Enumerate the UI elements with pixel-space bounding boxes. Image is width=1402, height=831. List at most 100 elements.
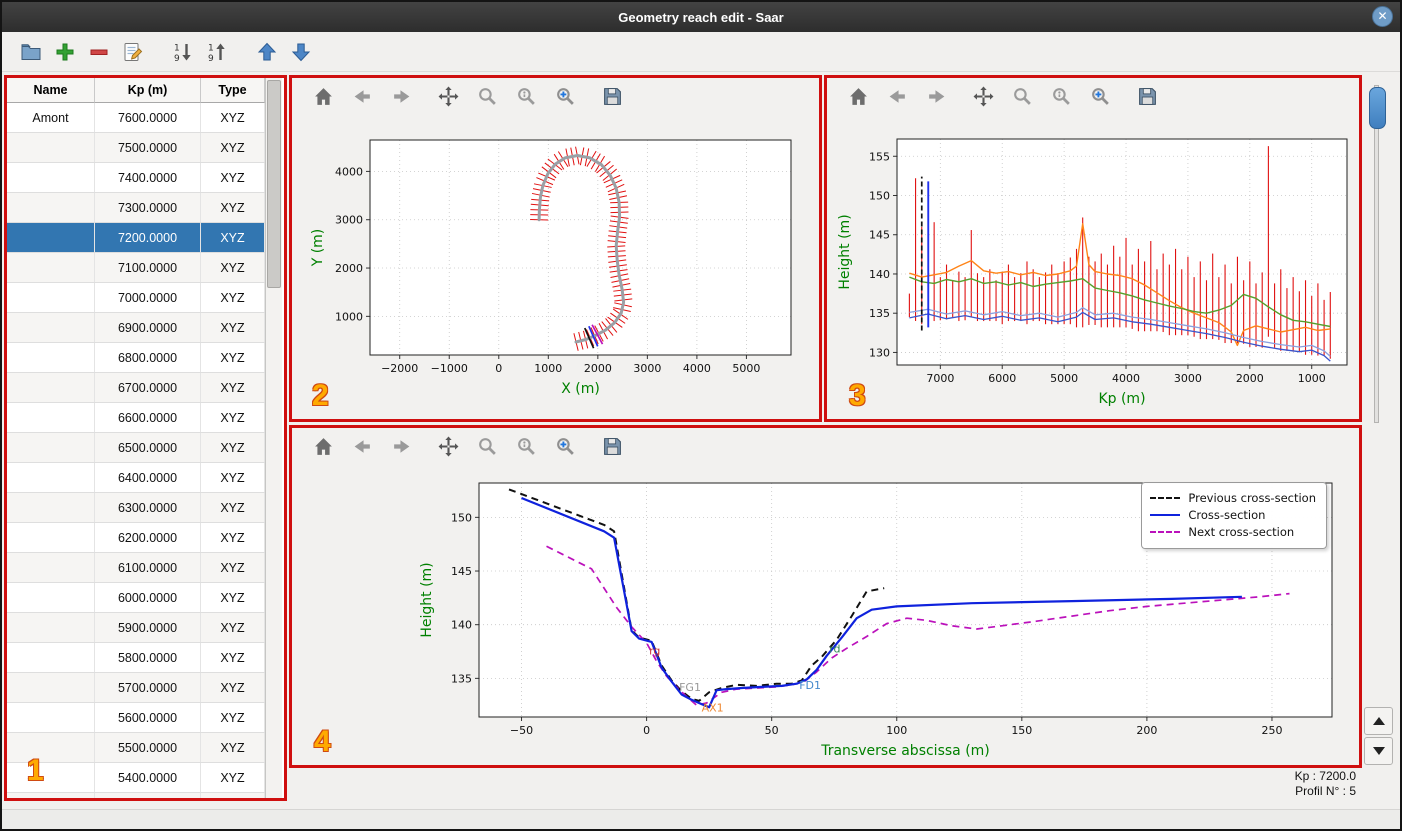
save-button[interactable] — [597, 82, 627, 110]
status-profil: Profil N° : 5 — [1295, 784, 1356, 798]
longitudinal-profile-panel: 7000 6000 5000 4000 3000 2000 1000 130 135 140 145… — [824, 75, 1362, 422]
previous-profile-button[interactable] — [1364, 707, 1393, 735]
table-row[interactable]: Amont 7600.0000 XYZ — [7, 103, 265, 133]
table-row[interactable]: 7000.0000 XYZ — [7, 283, 265, 313]
inspect-button[interactable] — [1046, 82, 1076, 110]
back-button[interactable] — [882, 82, 912, 110]
save-button[interactable] — [1132, 82, 1162, 110]
table-cell: XYZ — [201, 133, 265, 162]
table-cell: 5700.0000 — [95, 673, 201, 702]
table-row[interactable]: 6200.0000 XYZ — [7, 523, 265, 553]
sort-ascending-button[interactable]: 19 — [168, 38, 198, 66]
forward-icon — [393, 89, 409, 103]
svg-text:5000: 5000 — [1050, 372, 1078, 385]
svg-text:150: 150 — [869, 190, 890, 203]
table-cell: XYZ — [201, 283, 265, 312]
inspect-button[interactable] — [511, 82, 541, 110]
table-cell — [7, 703, 95, 732]
table-cell — [7, 793, 95, 798]
table-cell: XYZ — [201, 373, 265, 402]
profile-scrollbar[interactable] — [1368, 85, 1386, 423]
table-row[interactable]: 6900.0000 XYZ — [7, 313, 265, 343]
table-row[interactable]: 5600.0000 XYZ — [7, 703, 265, 733]
table-row[interactable]: 6500.0000 XYZ — [7, 433, 265, 463]
svg-text:3000: 3000 — [335, 214, 363, 227]
table-row[interactable]: 5300.0000XYZ — [7, 793, 265, 798]
plus-icon — [56, 43, 74, 60]
forward-button[interactable] — [386, 432, 416, 460]
home-button[interactable] — [843, 82, 873, 110]
svg-text:X (m): X (m) — [561, 381, 600, 397]
table-row[interactable]: 7400.0000 XYZ — [7, 163, 265, 193]
legend-entry: Previous cross-section — [1150, 491, 1316, 505]
column-header[interactable]: Kp (m) — [95, 78, 201, 103]
table-row[interactable]: 6000.0000 XYZ — [7, 583, 265, 613]
zoom-region-button[interactable] — [550, 432, 580, 460]
zoom-region-button[interactable] — [1085, 82, 1115, 110]
pan-button[interactable] — [968, 82, 998, 110]
home-button[interactable] — [308, 432, 338, 460]
zoom-button[interactable] — [472, 82, 502, 110]
inspect-button[interactable] — [511, 432, 541, 460]
title-bar[interactable]: Geometry reach edit - Saar ✕ — [2, 2, 1400, 32]
column-header[interactable]: Type — [201, 78, 265, 103]
table-cell: XYZ — [201, 103, 265, 132]
move-up-button[interactable] — [252, 38, 282, 66]
table-cell: 7000.0000 — [95, 283, 201, 312]
profile-plot-canvas[interactable]: 7000 6000 5000 4000 3000 2000 1000 130 135 140 145… — [827, 114, 1359, 419]
add-button[interactable] — [50, 38, 80, 66]
home-icon — [849, 87, 867, 105]
table-row[interactable]: 7500.0000 XYZ — [7, 133, 265, 163]
svg-text:100: 100 — [886, 724, 907, 737]
sort-descending-button[interactable]: 19 — [202, 38, 232, 66]
zoom-region-button[interactable] — [550, 82, 580, 110]
zoom-button[interactable] — [472, 432, 502, 460]
table-row[interactable]: 6600.0000 XYZ — [7, 403, 265, 433]
back-button[interactable] — [347, 432, 377, 460]
table-row[interactable]: 5900.0000 XYZ — [7, 613, 265, 643]
back-button[interactable] — [347, 82, 377, 110]
pan-button[interactable] — [433, 82, 463, 110]
table-row[interactable]: 5400.0000 XYZ — [7, 763, 265, 793]
table-cell: 7400.0000 — [95, 163, 201, 192]
home-button[interactable] — [308, 82, 338, 110]
table-row[interactable]: 7300.0000 XYZ — [7, 193, 265, 223]
table-row[interactable]: 5500.0000 XYZ — [7, 733, 265, 763]
column-header[interactable]: Name — [7, 78, 95, 103]
next-profile-button[interactable] — [1364, 737, 1393, 765]
forward-button[interactable] — [386, 82, 416, 110]
table-row[interactable]: 7200.0000 XYZ — [7, 223, 265, 253]
profile-scrollbar-thumb[interactable] — [1369, 87, 1386, 129]
table-cell: XYZ — [201, 703, 265, 732]
table-row[interactable]: 6400.0000 XYZ — [7, 463, 265, 493]
table-cell: XYZ — [201, 583, 265, 612]
table-row[interactable]: 5700.0000 XYZ — [7, 673, 265, 703]
svg-text:9: 9 — [208, 54, 214, 63]
forward-button[interactable] — [921, 82, 951, 110]
plan-plot-canvas[interactable]: −2000 −1000 0 1000 2000 3000 4000 5000 1000 2000 3… — [292, 114, 819, 419]
table-cell: 5900.0000 — [95, 613, 201, 642]
plan-view-panel: −2000 −1000 0 1000 2000 3000 4000 5000 1000 2000 3… — [289, 75, 822, 422]
table-scrollbar-thumb[interactable] — [267, 80, 281, 288]
table-row[interactable]: 6800.0000 XYZ — [7, 343, 265, 373]
save-button[interactable] — [597, 432, 627, 460]
table-row[interactable]: 5800.0000 XYZ — [7, 643, 265, 673]
table-cell: 6500.0000 — [95, 433, 201, 462]
table-cell: 6100.0000 — [95, 553, 201, 582]
table-row[interactable]: 6300.0000 XYZ — [7, 493, 265, 523]
table-row[interactable]: 6100.0000 XYZ — [7, 553, 265, 583]
table-row[interactable]: 7100.0000 XYZ — [7, 253, 265, 283]
table-cell: XYZ — [201, 193, 265, 222]
pan-button[interactable] — [433, 432, 463, 460]
profile-scrollbar-track[interactable] — [1374, 85, 1379, 423]
table-row[interactable]: 6700.0000 XYZ — [7, 373, 265, 403]
plot-toolbar — [827, 78, 1359, 114]
close-button[interactable]: ✕ — [1372, 6, 1393, 27]
zoom-button[interactable] — [1007, 82, 1037, 110]
svg-text:Y (m): Y (m) — [310, 229, 326, 268]
remove-button[interactable] — [84, 38, 114, 66]
open-button[interactable] — [16, 38, 46, 66]
edit-button[interactable] — [118, 38, 148, 66]
table-scrollbar[interactable] — [265, 78, 282, 798]
move-down-button[interactable] — [286, 38, 316, 66]
